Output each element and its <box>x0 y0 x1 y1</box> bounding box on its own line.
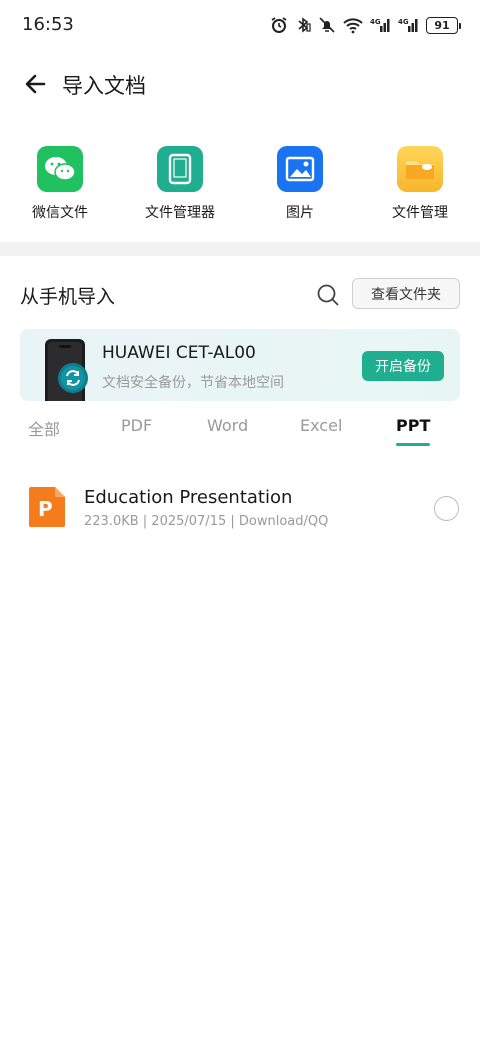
mute-icon <box>318 16 336 34</box>
section-title: 从手机导入 <box>20 286 116 308</box>
phone-cloud-icon <box>45 339 88 401</box>
svg-text:4G: 4G <box>370 18 381 26</box>
svg-text:4G: 4G <box>398 18 409 26</box>
list-item[interactable]: P Education Presentation 223.0KB | 2025/… <box>0 478 480 538</box>
file-name: Education Presentation <box>84 487 293 508</box>
backup-banner: HUAWEI CET-AL00 文档安全备份，节省本地空间 开启备份 <box>20 329 460 401</box>
banner-description: 文档安全备份，节省本地空间 <box>102 375 284 391</box>
header: 导入文档 <box>0 64 480 104</box>
folder-icon <box>397 146 443 192</box>
file-meta: 223.0KB | 2025/07/15 | Download/QQ <box>84 514 329 529</box>
page-title: 导入文档 <box>62 74 146 98</box>
tab-word[interactable]: Word <box>207 416 248 435</box>
ppt-icon: P <box>29 487 65 527</box>
tab-pdf[interactable]: PDF <box>121 416 152 435</box>
wechat-icon <box>37 146 83 192</box>
source-label: 微信文件 <box>32 205 88 221</box>
image-icon <box>277 146 323 192</box>
status-time: 16:53 <box>22 14 74 35</box>
view-folder-button[interactable]: 查看文件夹 <box>352 278 460 309</box>
enable-backup-button[interactable]: 开启备份 <box>362 351 444 381</box>
battery-indicator: 91 <box>426 16 461 34</box>
signal-4g-icon: 4G <box>398 16 420 34</box>
source-images[interactable]: 图片 <box>240 146 360 222</box>
source-wechat-files[interactable]: 微信文件 <box>0 146 120 222</box>
tab-all[interactable]: 全部 <box>28 416 60 440</box>
source-label: 图片 <box>286 205 314 221</box>
signal-4g-icon: 4G <box>370 16 392 34</box>
section-divider <box>0 242 480 256</box>
select-radio[interactable] <box>434 496 459 521</box>
source-row: 微信文件 文件管理器 图片 文件管理 <box>0 146 480 226</box>
bluetooth-icon <box>294 16 312 34</box>
source-label: 文件管理 <box>392 205 448 221</box>
tab-excel[interactable]: Excel <box>300 416 342 435</box>
status-bar: 16:53 4G 4G 91 <box>0 0 480 50</box>
ppt-letter: P <box>38 497 53 521</box>
source-label: 文件管理器 <box>145 205 215 221</box>
device-name: HUAWEI CET-AL00 <box>102 343 256 363</box>
back-arrow-icon[interactable] <box>22 70 50 98</box>
tab-ppt[interactable]: PPT <box>396 416 430 435</box>
source-file-manager[interactable]: 文件管理器 <box>120 146 240 222</box>
alarm-icon <box>270 16 288 34</box>
status-icons: 4G 4G 91 <box>270 14 461 36</box>
search-icon[interactable] <box>316 283 340 307</box>
wifi-icon <box>342 16 364 34</box>
source-files[interactable]: 文件管理 <box>360 146 480 222</box>
active-tab-indicator <box>396 443 430 446</box>
tablet-icon <box>157 146 203 192</box>
